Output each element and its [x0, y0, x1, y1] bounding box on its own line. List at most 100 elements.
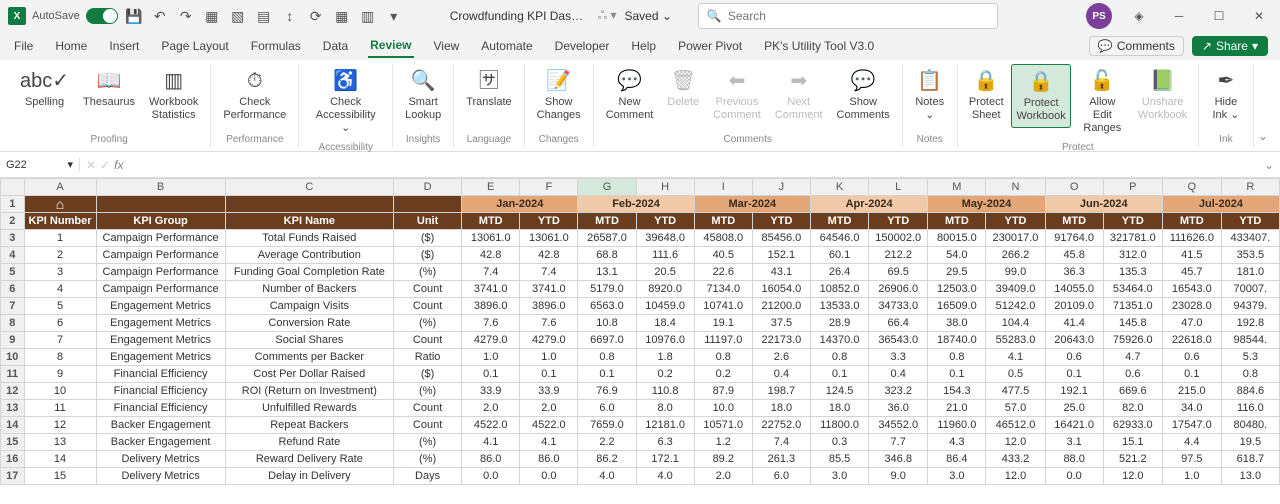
tab-help[interactable]: Help: [629, 35, 658, 57]
tab-insert[interactable]: Insert: [107, 35, 141, 57]
cell[interactable]: 14055.0: [1045, 281, 1103, 298]
row-header-17[interactable]: 17: [1, 468, 25, 485]
cell[interactable]: 22618.0: [1162, 332, 1221, 349]
cell[interactable]: 124.5: [810, 383, 868, 400]
cell[interactable]: 68.8: [578, 247, 636, 264]
cell[interactable]: 2.2: [578, 434, 636, 451]
cell[interactable]: 266.2: [986, 247, 1045, 264]
col-header-J[interactable]: J: [752, 179, 810, 196]
cell[interactable]: 0.1: [520, 366, 578, 383]
cell[interactable]: 1.8: [636, 349, 694, 366]
col-header-R[interactable]: R: [1221, 179, 1279, 196]
cell[interactable]: 0.1: [578, 366, 636, 383]
qat-refresh-icon[interactable]: ⟳: [306, 6, 326, 26]
cell[interactable]: 13533.0: [810, 298, 868, 315]
cell[interactable]: 884.6: [1221, 383, 1279, 400]
cell[interactable]: (%): [394, 383, 462, 400]
cell[interactable]: 41.4: [1045, 315, 1103, 332]
cell[interactable]: 82.0: [1103, 400, 1162, 417]
cell[interactable]: 230017.0: [986, 230, 1045, 247]
cell[interactable]: Financial Efficiency: [96, 383, 225, 400]
cell[interactable]: 17547.0: [1162, 417, 1221, 434]
cell[interactable]: 0.6: [1162, 349, 1221, 366]
cell[interactable]: 0.1: [1162, 366, 1221, 383]
col-header-E[interactable]: E: [462, 179, 520, 196]
cell[interactable]: Comments per Backer: [225, 349, 393, 366]
formula-input[interactable]: [129, 158, 1257, 172]
fx-icon[interactable]: fx: [114, 158, 123, 172]
show-comments-button[interactable]: 💬Show Comments: [831, 64, 896, 126]
row-header-10[interactable]: 10: [1, 349, 25, 366]
cell[interactable]: 36.0: [869, 400, 928, 417]
show-changes-button[interactable]: 📝Show Changes: [531, 64, 587, 126]
cell[interactable]: 75926.0: [1103, 332, 1162, 349]
cell[interactable]: Days: [394, 468, 462, 485]
row-header-1[interactable]: 1: [1, 196, 25, 213]
cell[interactable]: Ratio: [394, 349, 462, 366]
cell[interactable]: 4279.0: [462, 332, 520, 349]
cell[interactable]: 70007.: [1221, 281, 1279, 298]
tab-home[interactable]: Home: [53, 35, 89, 57]
cell[interactable]: 39648.0: [636, 230, 694, 247]
cell[interactable]: 87.9: [694, 383, 752, 400]
cell[interactable]: 3.3: [869, 349, 928, 366]
cell[interactable]: 42.8: [462, 247, 520, 264]
cell[interactable]: 8: [24, 349, 96, 366]
qat-more-icon[interactable]: ▾: [384, 6, 404, 26]
cell[interactable]: 43.1: [752, 264, 810, 281]
cell[interactable]: Conversion Rate: [225, 315, 393, 332]
cell[interactable]: 4.4: [1162, 434, 1221, 451]
check-accessibility-button[interactable]: ♿Check Accessibility ⌄: [305, 64, 386, 140]
cell[interactable]: 66.4: [869, 315, 928, 332]
row-header-7[interactable]: 7: [1, 298, 25, 315]
cell[interactable]: 80480.: [1221, 417, 1279, 434]
cell[interactable]: 1.0: [1162, 468, 1221, 485]
cell[interactable]: 192.8: [1221, 315, 1279, 332]
cell[interactable]: 618.7: [1221, 451, 1279, 468]
cell[interactable]: 116.0: [1221, 400, 1279, 417]
cell[interactable]: 13061.0: [520, 230, 578, 247]
cell[interactable]: Delivery Metrics: [96, 451, 225, 468]
row-header-9[interactable]: 9: [1, 332, 25, 349]
cell[interactable]: Count: [394, 281, 462, 298]
new-comment-button[interactable]: 💬New Comment: [600, 64, 660, 126]
col-header-H[interactable]: H: [636, 179, 694, 196]
cell[interactable]: 36543.0: [869, 332, 928, 349]
cell[interactable]: 60.1: [810, 247, 868, 264]
cell[interactable]: 0.8: [928, 349, 986, 366]
col-header-L[interactable]: L: [869, 179, 928, 196]
cell[interactable]: 51242.0: [986, 298, 1045, 315]
cell[interactable]: 1.2: [694, 434, 752, 451]
cell[interactable]: 34552.0: [869, 417, 928, 434]
smart-lookup-button[interactable]: 🔍Smart Lookup: [399, 64, 447, 126]
comments-button[interactable]: 💬 Comments: [1089, 36, 1184, 56]
cell[interactable]: 0.1: [810, 366, 868, 383]
tab-page-layout[interactable]: Page Layout: [159, 35, 230, 57]
cell[interactable]: 5.3: [1221, 349, 1279, 366]
cell[interactable]: Backer Engagement: [96, 434, 225, 451]
cell[interactable]: Reward Delivery Rate: [225, 451, 393, 468]
protect-workbook-button[interactable]: 🔒Protect Workbook: [1011, 64, 1072, 128]
col-header-G[interactable]: G: [578, 179, 636, 196]
cell[interactable]: 18.0: [810, 400, 868, 417]
cell[interactable]: Delay in Delivery: [225, 468, 393, 485]
col-header-C[interactable]: C: [225, 179, 393, 196]
protect-sheet-button[interactable]: 🔒Protect Sheet: [964, 64, 1009, 126]
cell[interactable]: 215.0: [1162, 383, 1221, 400]
cell[interactable]: 198.7: [752, 383, 810, 400]
cell[interactable]: 111.6: [636, 247, 694, 264]
tab-developer[interactable]: Developer: [553, 35, 612, 57]
qat-pivot-icon[interactable]: ▥: [358, 6, 378, 26]
cell[interactable]: 11: [24, 400, 96, 417]
cell[interactable]: 3741.0: [462, 281, 520, 298]
cell[interactable]: ($): [394, 247, 462, 264]
cell[interactable]: 38.0: [928, 315, 986, 332]
user-avatar[interactable]: PS: [1086, 3, 1112, 29]
cell[interactable]: Count: [394, 332, 462, 349]
cell[interactable]: 152.1: [752, 247, 810, 264]
next-comment-button[interactable]: ➡Next Comment: [769, 64, 829, 126]
cell[interactable]: 10.8: [578, 315, 636, 332]
cell[interactable]: 22173.0: [752, 332, 810, 349]
cell[interactable]: 3896.0: [462, 298, 520, 315]
cell[interactable]: Engagement Metrics: [96, 349, 225, 366]
